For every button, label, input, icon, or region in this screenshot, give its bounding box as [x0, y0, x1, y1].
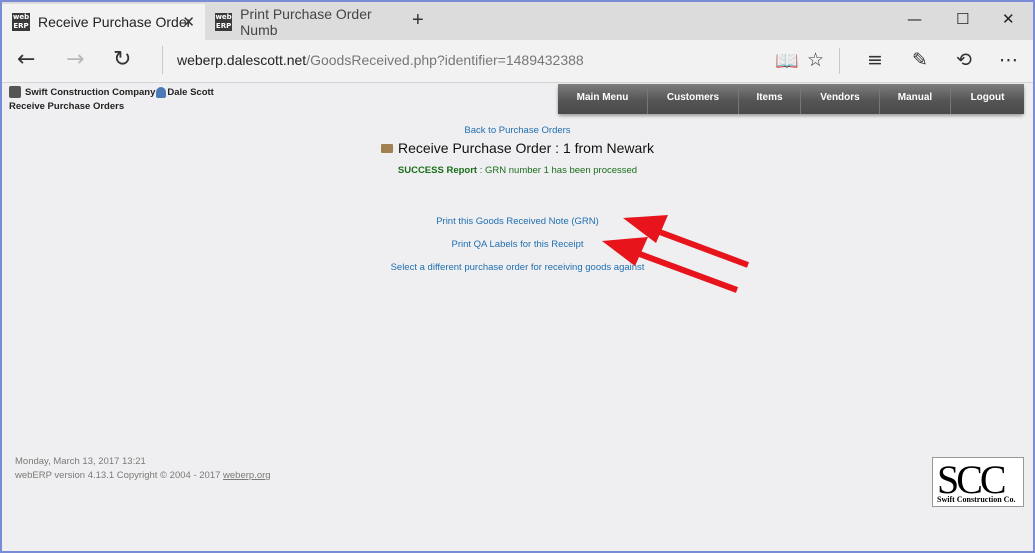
url-path: /GoodsReceived.php?identifier=1489432388: [306, 52, 584, 68]
divider: [839, 48, 840, 74]
arrow-head: [602, 237, 648, 266]
url-field[interactable]: weberp.dalescott.net/GoodsReceived.php?i…: [177, 52, 584, 68]
page-content: Swift Construction Company Dale Scott Re…: [2, 83, 1033, 551]
address-bar: ← → ↻ weberp.dalescott.net/GoodsReceived…: [2, 40, 1033, 83]
browser-window: web ERP Receive Purchase Order ✕ web ERP…: [0, 0, 1035, 553]
weberp-favicon-icon: web ERP: [12, 13, 30, 31]
more-icon[interactable]: ⋯: [999, 49, 1018, 71]
reading-view-icon[interactable]: 📖: [775, 49, 799, 72]
window-close-icon[interactable]: ✕: [1002, 10, 1015, 28]
tab-title: Print Purchase Order Numb: [240, 6, 372, 38]
web-note-icon[interactable]: ✎: [912, 49, 928, 71]
url-host: weberp.dalescott.net: [177, 52, 307, 68]
close-tab-icon[interactable]: ✕: [182, 13, 195, 31]
back-arrow-icon[interactable]: ←: [17, 47, 35, 72]
tab-print-purchase-order[interactable]: web ERP Print Purchase Order Numb: [205, 4, 405, 40]
minimize-icon[interactable]: —: [907, 10, 922, 28]
weberp-favicon-icon: web ERP: [215, 13, 233, 31]
annotation-arrow-2: [602, 237, 739, 293]
share-icon[interactable]: ⟲: [956, 49, 972, 71]
tab-receive-purchase-order[interactable]: web ERP Receive Purchase Order ✕: [2, 4, 205, 40]
tab-title: Receive Purchase Order: [38, 14, 192, 30]
forward-arrow-icon[interactable]: →: [66, 47, 84, 72]
favorite-star-icon[interactable]: ☆: [807, 49, 824, 71]
annotation-arrows: [602, 215, 750, 293]
maximize-icon[interactable]: ☐: [956, 10, 969, 28]
hub-icon[interactable]: ≡: [867, 49, 883, 71]
arrow-shaft: [655, 228, 750, 268]
divider: [162, 46, 163, 74]
new-tab-icon[interactable]: +: [412, 9, 424, 32]
arrow-shaft: [635, 250, 739, 293]
tab-bar: web ERP Receive Purchase Order ✕ web ERP…: [2, 2, 1033, 40]
refresh-icon[interactable]: ↻: [113, 47, 131, 72]
